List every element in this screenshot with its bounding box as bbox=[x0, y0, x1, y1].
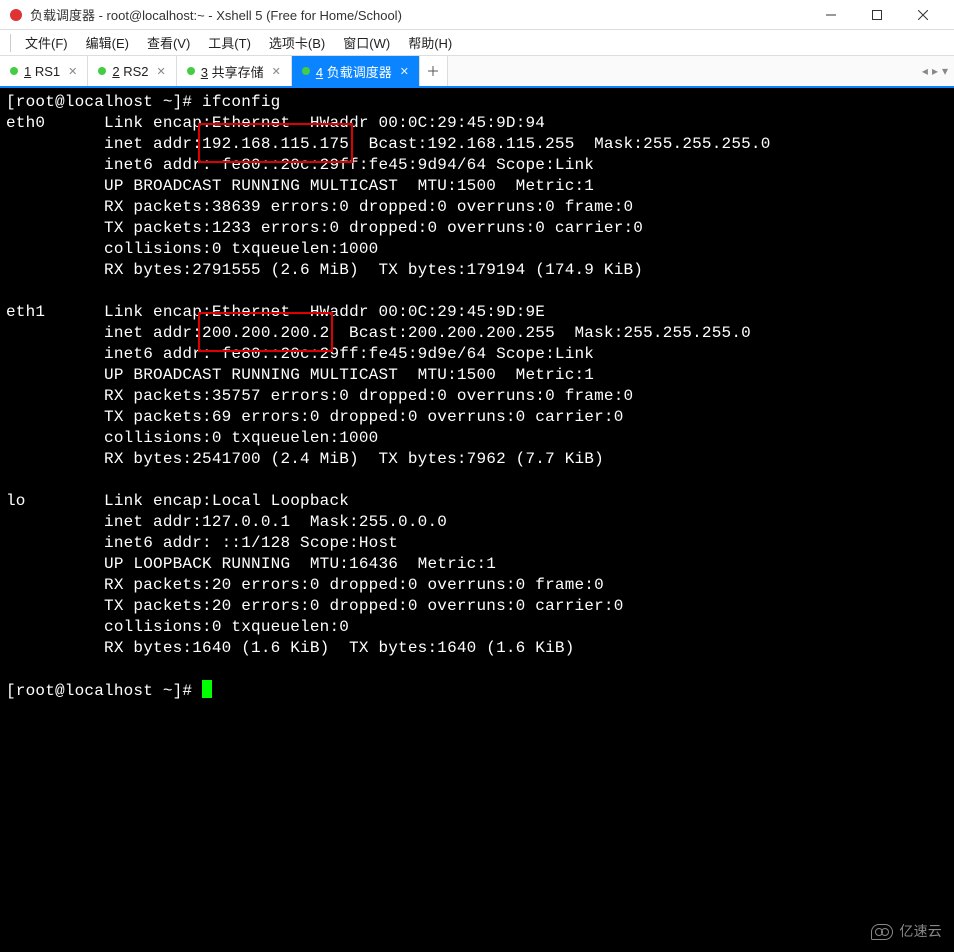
status-dot-icon bbox=[10, 67, 18, 75]
output-line: inet6 addr: ::1/128 Scope:Host bbox=[104, 534, 398, 552]
terminal-cursor bbox=[202, 680, 212, 698]
tab-label: 4 负载调度器 bbox=[316, 62, 392, 81]
output-line: inet6 addr: fe80::20c:29ff:fe45:9d94/64 … bbox=[104, 156, 594, 174]
tab-close-icon[interactable]: ✕ bbox=[400, 65, 409, 78]
menubar: 文件(F) 编辑(E) 查看(V) 工具(T) 选项卡(B) 窗口(W) 帮助(… bbox=[0, 30, 954, 56]
output-line: UP BROADCAST RUNNING MULTICAST MTU:1500 … bbox=[104, 366, 594, 384]
tab-load-balancer[interactable]: 4 负载调度器 ✕ bbox=[292, 56, 420, 86]
output-line: inet addr: bbox=[104, 135, 202, 153]
output-line: RX bytes:1640 (1.6 KiB) TX bytes:1640 (1… bbox=[104, 639, 574, 657]
iface-name: lo bbox=[6, 492, 26, 510]
tabbar: 1 RS1 ✕ 2 RS2 ✕ 3 共享存储 ✕ 4 负载调度器 ✕ ◂ ▸ ▾ bbox=[0, 56, 954, 88]
menu-tools[interactable]: 工具(T) bbox=[200, 31, 259, 54]
output-line: TX packets:20 errors:0 dropped:0 overrun… bbox=[104, 597, 623, 615]
tab-add-button[interactable] bbox=[420, 56, 448, 86]
tab-close-icon[interactable]: ✕ bbox=[157, 65, 166, 78]
menu-edit[interactable]: 编辑(E) bbox=[78, 31, 137, 54]
window-titlebar: 负载调度器 - root@localhost:~ - Xshell 5 (Fre… bbox=[0, 0, 954, 30]
watermark-text: 亿速云 bbox=[899, 921, 942, 942]
output-line: TX packets:1233 errors:0 dropped:0 overr… bbox=[104, 219, 643, 237]
output-line: collisions:0 txqueuelen:0 bbox=[104, 618, 349, 636]
status-dot-icon bbox=[98, 67, 106, 75]
status-dot-icon bbox=[187, 67, 195, 75]
tab-rs1[interactable]: 1 RS1 ✕ bbox=[0, 56, 88, 86]
tab-nav: ◂ ▸ ▾ bbox=[916, 56, 954, 86]
output-line: Link encap:Ethernet HWaddr 00:0C:29:45:9… bbox=[104, 303, 545, 321]
close-button[interactable] bbox=[900, 0, 946, 30]
menu-file[interactable]: 文件(F) bbox=[17, 31, 76, 54]
output-line: UP BROADCAST RUNNING MULTICAST MTU:1500 … bbox=[104, 177, 594, 195]
output-line: collisions:0 txqueuelen:1000 bbox=[104, 429, 378, 447]
output-line: inet addr: bbox=[104, 324, 202, 342]
tab-next-icon[interactable]: ▸ bbox=[932, 64, 938, 78]
output-line: collisions:0 txqueuelen:1000 bbox=[104, 240, 378, 258]
prompt: [root@localhost ~]# bbox=[6, 93, 202, 111]
output-line: Link encap:Ethernet HWaddr 00:0C:29:45:9… bbox=[104, 114, 545, 132]
output-line: Bcast:192.168.115.255 Mask:255.255.255.0 bbox=[349, 135, 770, 153]
ip-address-eth0: 192.168.115.175 bbox=[202, 135, 349, 153]
output-line: UP LOOPBACK RUNNING MTU:16436 Metric:1 bbox=[104, 555, 496, 573]
output-line: RX packets:35757 errors:0 dropped:0 over… bbox=[104, 387, 633, 405]
app-icon bbox=[8, 7, 24, 23]
status-dot-icon bbox=[302, 67, 310, 75]
prompt: [root@localhost ~]# bbox=[6, 682, 202, 700]
menubar-separator bbox=[10, 34, 11, 52]
iface-name: eth0 bbox=[6, 114, 45, 132]
ip-address-eth1: 200.200.200.2 bbox=[202, 324, 329, 342]
tab-shared-storage[interactable]: 3 共享存储 ✕ bbox=[177, 56, 292, 86]
menu-tabs[interactable]: 选项卡(B) bbox=[261, 31, 333, 54]
tab-menu-icon[interactable]: ▾ bbox=[942, 64, 948, 78]
output-line: inet addr:127.0.0.1 Mask:255.0.0.0 bbox=[104, 513, 447, 531]
output-line: TX packets:69 errors:0 dropped:0 overrun… bbox=[104, 408, 623, 426]
tab-close-icon[interactable]: ✕ bbox=[68, 65, 77, 78]
output-line: Link encap:Local Loopback bbox=[104, 492, 349, 510]
window-controls bbox=[808, 0, 946, 30]
tab-label: 3 共享存储 bbox=[201, 62, 264, 81]
minimize-button[interactable] bbox=[808, 0, 854, 30]
watermark-icon bbox=[871, 924, 893, 940]
iface-name: eth1 bbox=[6, 303, 45, 321]
output-line: RX bytes:2541700 (2.4 MiB) TX bytes:7962… bbox=[104, 450, 604, 468]
terminal[interactable]: [root@localhost ~]# ifconfig eth0 Link e… bbox=[0, 88, 954, 952]
tab-prev-icon[interactable]: ◂ bbox=[922, 64, 928, 78]
window-title: 负载调度器 - root@localhost:~ - Xshell 5 (Fre… bbox=[30, 5, 808, 24]
tab-close-icon[interactable]: ✕ bbox=[272, 65, 281, 78]
tab-label: 1 RS1 bbox=[24, 64, 60, 79]
tab-rs2[interactable]: 2 RS2 ✕ bbox=[88, 56, 176, 86]
output-line: RX packets:20 errors:0 dropped:0 overrun… bbox=[104, 576, 604, 594]
menu-view[interactable]: 查看(V) bbox=[139, 31, 198, 54]
maximize-button[interactable] bbox=[854, 0, 900, 30]
menu-window[interactable]: 窗口(W) bbox=[335, 31, 398, 54]
watermark: 亿速云 bbox=[871, 921, 942, 942]
menu-help[interactable]: 帮助(H) bbox=[400, 31, 460, 54]
output-line: RX packets:38639 errors:0 dropped:0 over… bbox=[104, 198, 633, 216]
output-line: RX bytes:2791555 (2.6 MiB) TX bytes:1791… bbox=[104, 261, 643, 279]
output-line: inet6 addr: fe80::20c:29ff:fe45:9d9e/64 … bbox=[104, 345, 594, 363]
tab-label: 2 RS2 bbox=[112, 64, 148, 79]
output-line: Bcast:200.200.200.255 Mask:255.255.255.0 bbox=[329, 324, 750, 342]
command: ifconfig bbox=[202, 93, 280, 111]
